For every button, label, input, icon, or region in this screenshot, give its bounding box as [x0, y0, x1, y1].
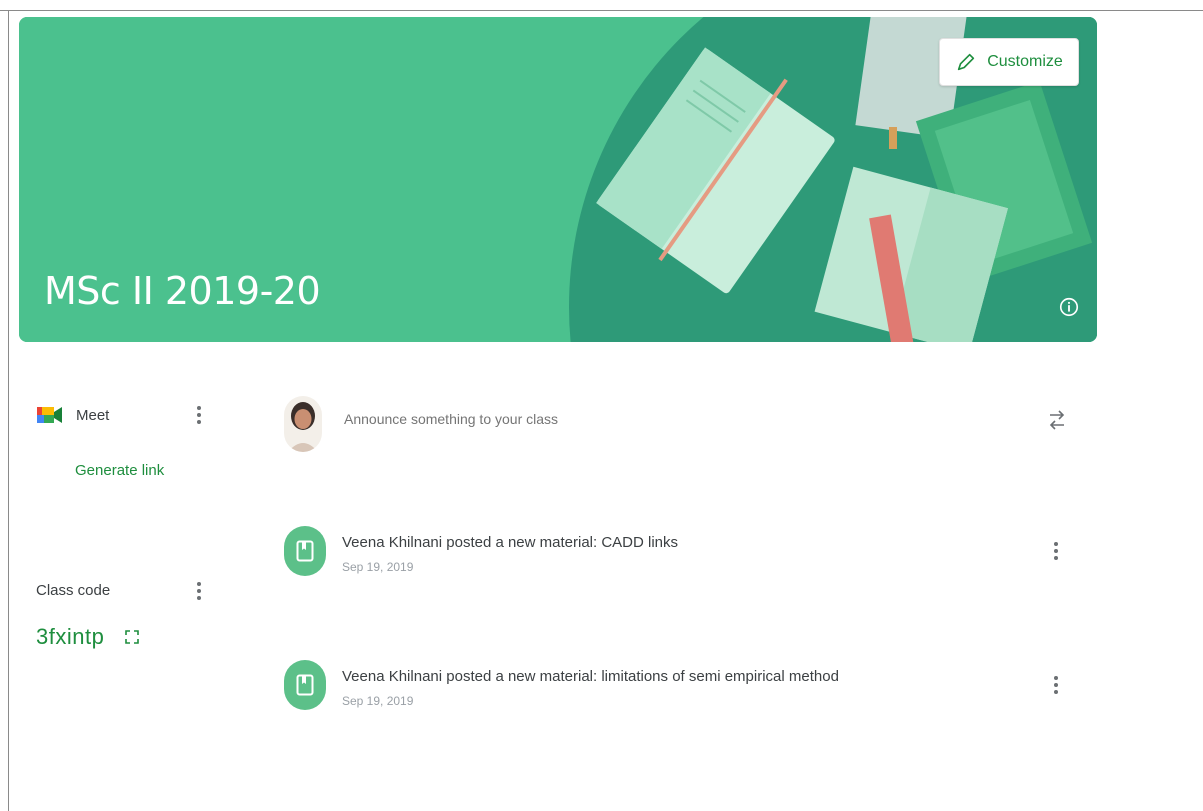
frame-top-border	[0, 10, 1203, 11]
class-code-value: 3fxintp	[36, 624, 105, 649]
teacher-avatar	[284, 396, 322, 452]
announce-box[interactable]	[284, 396, 1074, 452]
stream-post[interactable]: Veena Khilnani posted a new material: CA…	[284, 526, 1074, 582]
post-date: Sep 19, 2019	[342, 560, 414, 574]
post-title[interactable]: Veena Khilnani posted a new material: CA…	[342, 534, 678, 551]
meet-logo-icon[interactable]	[36, 404, 64, 426]
meet-label: Meet	[76, 406, 110, 424]
class-title: MSc II 2019-20	[44, 269, 321, 313]
repost-icon[interactable]	[1046, 406, 1068, 434]
material-icon-circle	[284, 526, 326, 576]
post-title[interactable]: Veena Khilnani posted a new material: li…	[342, 668, 839, 685]
info-icon[interactable]	[1058, 296, 1080, 318]
meet-more-icon[interactable]	[189, 400, 209, 430]
meet-card: Meet Generate link	[36, 400, 216, 479]
class-code-more-icon[interactable]	[189, 576, 209, 606]
post-more-icon[interactable]	[1046, 536, 1066, 566]
class-banner: MSc II 2019-20 Customize	[19, 17, 1097, 342]
stream-post[interactable]: Veena Khilnani posted a new material: li…	[284, 660, 1074, 716]
announce-input[interactable]	[342, 410, 946, 428]
material-icon-circle	[284, 660, 326, 710]
frame-left-border	[8, 10, 9, 811]
material-book-icon	[296, 674, 314, 696]
pencil-icon	[958, 53, 975, 71]
post-more-icon[interactable]	[1046, 670, 1066, 700]
customize-button[interactable]: Customize	[939, 38, 1079, 86]
customize-label: Customize	[987, 53, 1063, 70]
fullscreen-icon[interactable]	[124, 629, 140, 645]
generate-link-button[interactable]: Generate link	[75, 462, 164, 479]
post-date: Sep 19, 2019	[342, 694, 414, 708]
class-code-card: Class code 3fxintp	[36, 576, 216, 649]
material-book-icon	[296, 540, 314, 562]
